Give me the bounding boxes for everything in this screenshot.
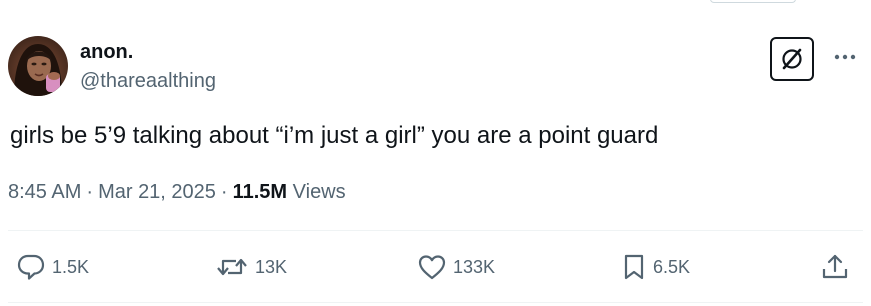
grok-icon: [782, 48, 802, 70]
like-count: 133K: [453, 256, 496, 277]
reply-count: 1.5K: [52, 256, 90, 277]
like-button[interactable]: 133K: [417, 252, 495, 282]
tweet-meta: 8:45 AM · Mar 21, 2025 · 11.5M Views: [8, 178, 346, 206]
avatar[interactable]: [8, 36, 68, 96]
tweet-time[interactable]: 8:45 AM: [8, 181, 81, 203]
divider: [8, 302, 863, 303]
bookmark-button[interactable]: 6.5K: [621, 252, 690, 282]
bookmark-count: 6.5K: [653, 256, 691, 277]
repost-icon: [217, 258, 247, 276]
more-button[interactable]: [832, 47, 858, 67]
divider: [8, 230, 863, 231]
tweet-date[interactable]: Mar 21, 2025: [98, 181, 216, 203]
repost-button[interactable]: 13K: [215, 252, 287, 282]
avatar-photo: [14, 44, 62, 96]
more-horizontal-icon: [834, 54, 856, 60]
tweet-text: girls be 5’9 talking about “i’m just a g…: [10, 122, 659, 149]
top-partial-button: [710, 0, 796, 3]
grok-button[interactable]: [770, 37, 814, 81]
author-handle[interactable]: @thareaalthing: [80, 68, 216, 94]
bookmark-icon: [624, 254, 644, 280]
views-count: 11.5M: [232, 181, 288, 203]
reply-button[interactable]: 1.5K: [16, 252, 89, 282]
heart-icon: [418, 255, 446, 280]
author-name[interactable]: anon.: [80, 40, 133, 64]
reply-icon: [17, 254, 45, 280]
views-label: Views: [292, 181, 346, 203]
share-button[interactable]: [820, 252, 850, 282]
repost-count: 13K: [255, 256, 288, 277]
meta-separator: ·: [86, 181, 94, 203]
share-icon: [822, 254, 848, 279]
meta-separator: ·: [220, 181, 228, 203]
